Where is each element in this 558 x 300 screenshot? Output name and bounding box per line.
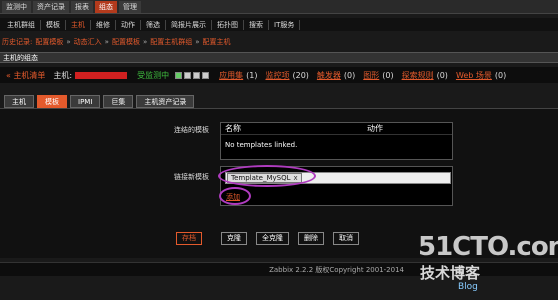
save-button[interactable]: 存档 [176, 232, 202, 245]
monitor-status: 受监测中 [137, 70, 170, 80]
sub-item-maintenance[interactable]: 维修 [91, 19, 116, 30]
applications-link[interactable]: 应用集 [219, 70, 243, 81]
linked-templates-label: 连结的模板 [174, 126, 209, 134]
history-label: 历史记录: [2, 38, 33, 46]
breadcrumb-separator: » [142, 38, 148, 46]
table-header: 名称 动作 [221, 123, 452, 135]
triggers-count: (0) [343, 70, 356, 80]
web-scenarios-link[interactable]: Web 场景 [456, 70, 492, 81]
graphs-count: (0) [382, 70, 394, 80]
triggers-link[interactable]: 触发器 [317, 70, 341, 81]
discovery-rules-link[interactable]: 探索规则 [402, 70, 434, 81]
breadcrumb-separator: » [104, 38, 109, 46]
top-tab-administration[interactable]: 管理 [119, 0, 141, 13]
sub-item-hosts[interactable]: 主机 [66, 19, 91, 30]
host-summary-bar: « 主机清单 主机: 受监测中 应用集 (1) 监控项 (20) 触发器 (0) 图形… [0, 67, 558, 83]
linked-templates-table: 名称 动作 No templates linked. [220, 122, 453, 160]
ipmi-availability-icon [202, 71, 210, 79]
sub-item-discovery[interactable]: 筛选 [141, 19, 166, 30]
breadcrumb-separator: » [195, 38, 200, 46]
host-label: 主机: [53, 70, 73, 80]
tab-host-inventory[interactable]: 主机资产记录 [136, 95, 195, 108]
breadcrumb-link[interactable]: 配置模板 [112, 37, 140, 47]
tab-templates[interactable]: 模板 [37, 95, 67, 108]
snmp-availability-icon [184, 71, 192, 79]
column-name: 名称 [225, 124, 241, 133]
items-count: (20) [292, 70, 309, 80]
sub-item-host-groups[interactable]: 主机群组 [2, 19, 41, 30]
form-tabs: 主机 模板 IPMI 巨集 主机资产记录 [4, 95, 197, 108]
tab-ipmi[interactable]: IPMI [70, 95, 101, 108]
link-new-template-label: 链接新模板 [174, 173, 209, 181]
column-action: 动作 [367, 124, 383, 133]
breadcrumb-link[interactable]: 配置主机 [203, 37, 231, 47]
top-tab-configuration[interactable]: 组态 [95, 0, 117, 13]
top-tab-reports[interactable]: 报表 [71, 0, 93, 13]
jmx-availability-icon [193, 71, 201, 79]
annotation-circle [219, 187, 251, 205]
items-link[interactable]: 监控项 [265, 70, 289, 81]
breadcrumb-separator: » [66, 38, 71, 46]
breadcrumb-link[interactable]: 配置主机群组 [150, 37, 192, 47]
graphs-link[interactable]: 图形 [363, 70, 379, 81]
web-scenarios-count: (0) [494, 70, 507, 80]
tab-host[interactable]: 主机 [4, 95, 34, 108]
page-title: 主机的组态 [0, 52, 558, 63]
full-clone-button[interactable]: 全克隆 [256, 232, 289, 245]
sub-item-search[interactable]: 搜索 [244, 19, 269, 30]
top-tab-monitoring[interactable]: 监测中 [2, 0, 31, 13]
watermark-mid-text: 技术博客 [420, 264, 481, 282]
watermark-big-text: 51CTO.com [418, 232, 558, 262]
discovery-rules-count: (0) [436, 70, 448, 80]
breadcrumb: 历史记录: 配置模板 » 动态汇入 » 配置模板 » 配置主机群组 » 配置主机 [0, 36, 558, 48]
applications-count: (1) [246, 70, 258, 80]
tab-macros[interactable]: 巨集 [103, 95, 134, 108]
sub-item-actions[interactable]: 动作 [116, 19, 141, 30]
delete-button[interactable]: 删除 [298, 232, 324, 245]
top-menu: 监测中 资产记录 报表 组态 管理 [0, 0, 558, 14]
sub-item-it-services[interactable]: IT服务 [269, 19, 301, 30]
watermark-logo: 51CTO.com 技术博客 Blog [418, 232, 558, 296]
annotation-circle [218, 165, 316, 187]
clone-button[interactable]: 克隆 [221, 232, 247, 245]
breadcrumb-link[interactable]: 配置模板 [35, 37, 63, 47]
host-list-link[interactable]: « 主机清单 [6, 70, 45, 81]
sub-item-templates[interactable]: 模板 [41, 19, 66, 30]
cancel-button[interactable]: 取消 [333, 232, 359, 245]
sub-item-maps[interactable]: 拓扑图 [212, 19, 244, 30]
redacted-host-name [75, 71, 128, 79]
sub-menu: 主机群组 模板 主机 维修 动作 筛选 简报片展示 拓扑图 搜索 IT服务 [0, 18, 558, 31]
breadcrumb-link[interactable]: 动态汇入 [74, 37, 102, 47]
watermark-sub-text: Blog [458, 282, 478, 292]
empty-message: No templates linked. [225, 141, 298, 149]
zbx-availability-icon [175, 71, 183, 79]
sub-item-slides[interactable]: 简报片展示 [166, 19, 212, 30]
top-tab-inventory[interactable]: 资产记录 [33, 0, 69, 13]
